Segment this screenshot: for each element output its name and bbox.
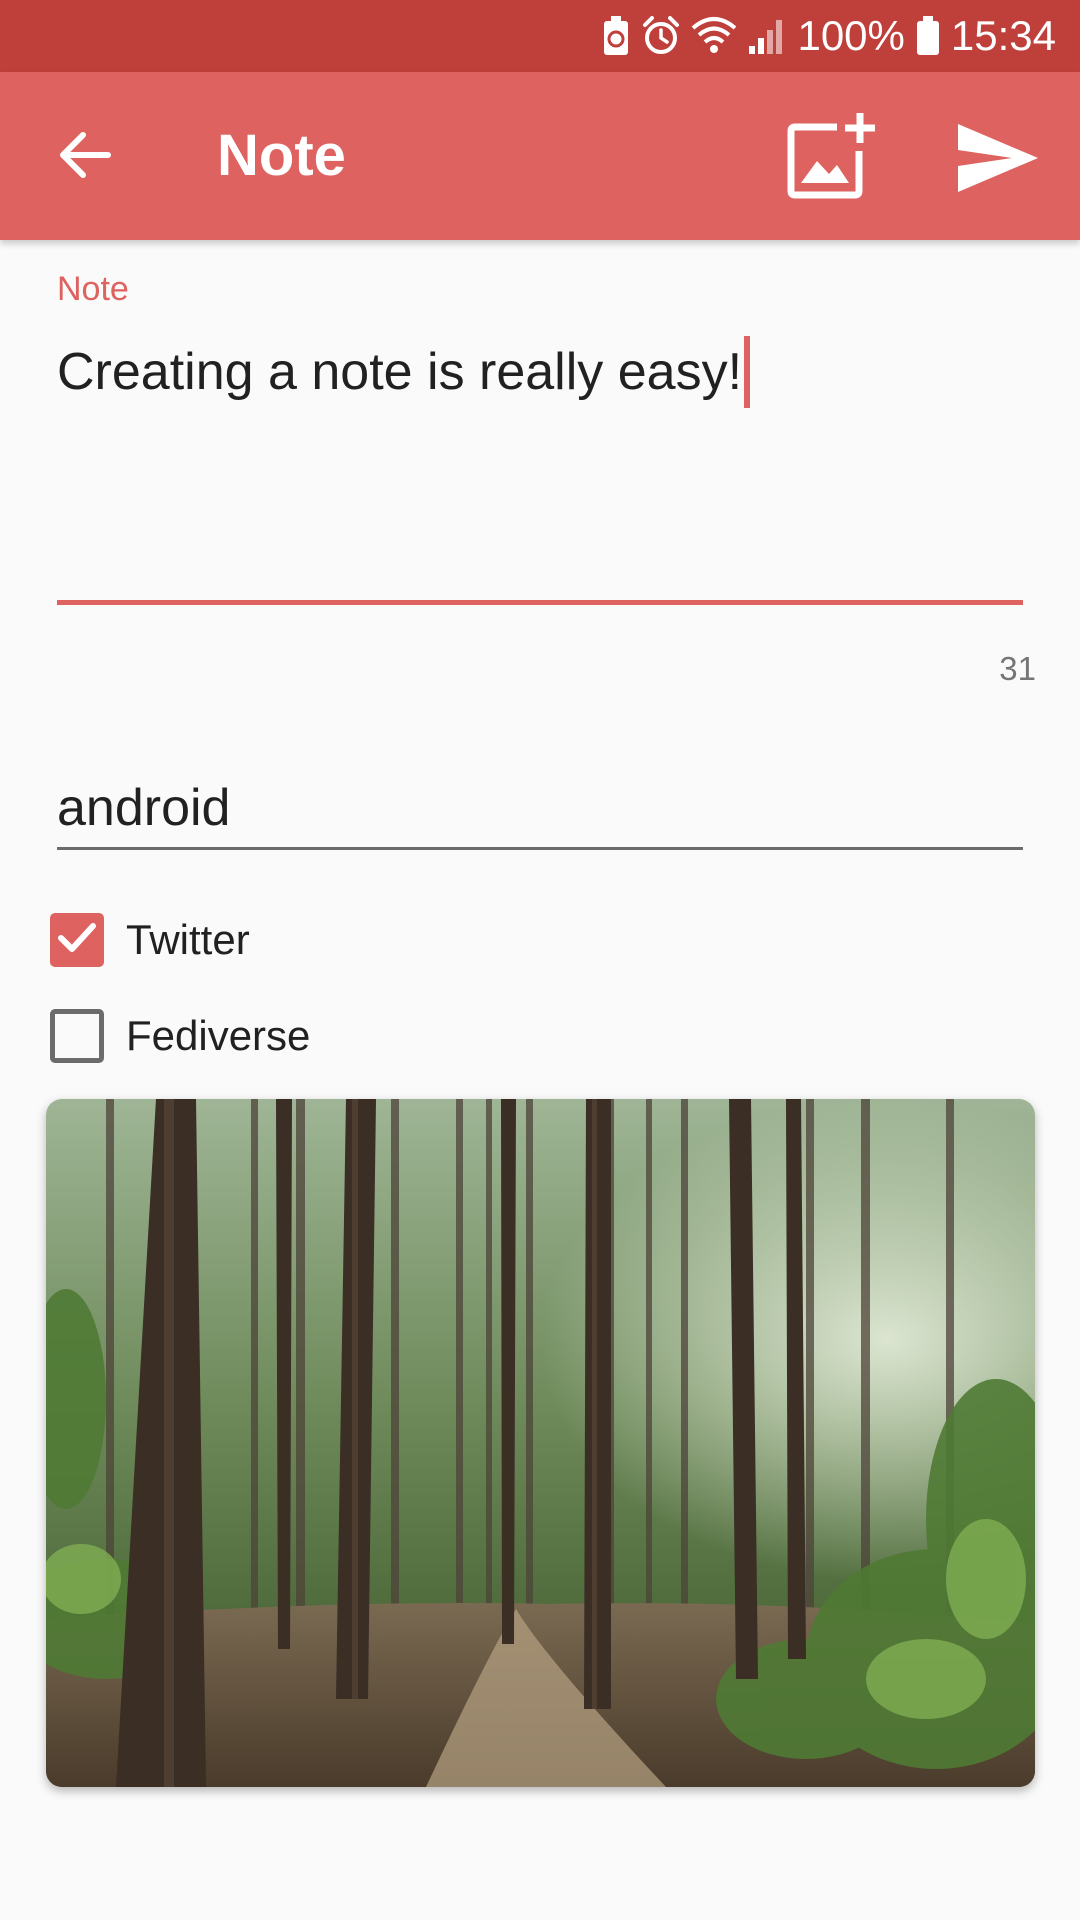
note-field-label: Note [57, 270, 129, 308]
fediverse-option[interactable]: Fediverse [50, 1006, 310, 1066]
send-button[interactable] [948, 110, 1048, 210]
add-image-button[interactable] [780, 108, 880, 208]
fediverse-checkbox[interactable] [50, 1009, 104, 1063]
signal-icon [747, 16, 787, 56]
status-icons: 100% 15:34 [601, 0, 1056, 72]
note-input-text: Creating a note is really easy! [57, 343, 743, 401]
forest-path-image [46, 1099, 1035, 1787]
add-image-icon [785, 111, 875, 206]
tag-input[interactable]: android [57, 776, 230, 840]
battery-percent: 100% [797, 12, 905, 59]
checkmark-icon [57, 921, 97, 960]
clock: 15:34 [950, 12, 1056, 59]
text-cursor [744, 336, 751, 408]
status-bar: 100% 15:34 [0, 0, 1080, 72]
battery-saver-icon [601, 15, 631, 57]
alarm-icon [641, 15, 681, 57]
wifi-icon [691, 16, 737, 56]
fediverse-label: Fediverse [126, 1012, 311, 1059]
note-input-underline [57, 600, 1023, 605]
send-icon [956, 122, 1040, 199]
page-title: Note [217, 123, 346, 188]
back-button[interactable] [40, 112, 130, 202]
twitter-checkbox[interactable] [50, 913, 104, 967]
note-input[interactable]: Creating a note is really easy! [57, 336, 751, 408]
app-bar: Note [0, 72, 1080, 240]
back-arrow-icon [58, 130, 112, 185]
twitter-option[interactable]: Twitter [50, 910, 250, 970]
twitter-label: Twitter [126, 916, 250, 963]
attached-photo[interactable] [46, 1099, 1035, 1787]
character-counter: 31 [999, 650, 1036, 687]
tag-input-underline [57, 847, 1023, 850]
battery-icon [915, 15, 941, 57]
